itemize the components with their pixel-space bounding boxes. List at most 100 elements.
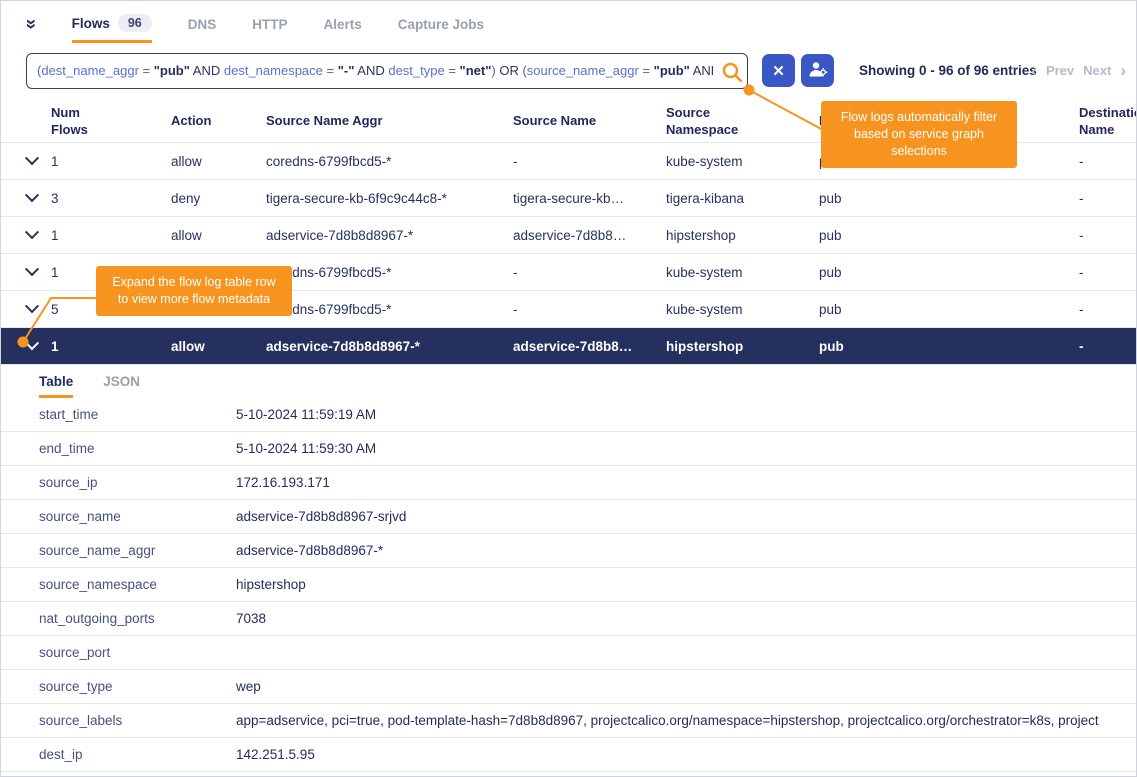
detail-field-row: start_time5-10-2024 11:59:19 AM	[1, 398, 1136, 432]
next-button[interactable]: Next	[1083, 63, 1111, 78]
detail-field-value: wep	[236, 679, 1136, 694]
table-cell: allow	[171, 154, 266, 169]
table-cell: tigera-secure-kb-6f9c9c44c8-*	[266, 191, 513, 206]
table-body: 1allowcoredns-6799fbcd5-*-kube-systempub…	[1, 143, 1136, 365]
detail-field-value: 7038	[236, 611, 1136, 626]
table-cell: -	[1079, 302, 1136, 317]
detail-tab-json[interactable]: JSON	[103, 374, 140, 398]
tab-alerts-label: Alerts	[324, 17, 362, 32]
tab-capture-jobs[interactable]: Capture Jobs	[398, 17, 484, 43]
filter-query-input[interactable]: (dest_name_aggr = "pub" AND dest_namespa…	[26, 53, 748, 89]
collapse-panel-icon[interactable]: »	[19, 19, 41, 30]
table-cell: -	[513, 265, 666, 280]
tab-http[interactable]: HTTP	[252, 17, 287, 43]
detail-field-row: dest_ip142.251.5.95	[1, 738, 1136, 772]
next-chevron-icon[interactable]: ›	[1120, 64, 1126, 77]
table-cell: kube-system	[666, 154, 819, 169]
table-cell: pub	[819, 228, 1079, 243]
callout-filter-tip: Flow logs automatically filter based on …	[821, 101, 1017, 168]
table-row[interactable]: 1allowadservice-7d8b8d8967-*adservice-7d…	[1, 217, 1136, 254]
table-cell: tigera-kibana	[666, 191, 819, 206]
table-cell: allow	[171, 339, 266, 354]
filter-settings-button[interactable]	[801, 54, 834, 87]
table-cell: adservice-7d8b8d8967-*	[266, 339, 513, 354]
expand-chevron-icon[interactable]	[25, 336, 39, 350]
table-cell: pub	[819, 339, 1079, 354]
detail-body: start_time5-10-2024 11:59:19 AMend_time5…	[1, 398, 1136, 772]
detail-field-value: 172.16.193.171	[236, 475, 1136, 490]
prev-chevron-icon[interactable]: ‹	[1031, 64, 1037, 77]
expand-chevron-icon[interactable]	[25, 299, 39, 313]
table-cell: adservice-7d8b8…	[513, 339, 666, 354]
detail-field-value: hipstershop	[236, 577, 1136, 592]
prev-button[interactable]: Prev	[1046, 63, 1074, 78]
user-gear-icon	[808, 59, 828, 83]
detail-field-value: app=adservice, pci=true, pod-template-ha…	[236, 713, 1136, 728]
table-cell: kube-system	[666, 265, 819, 280]
detail-field-row: source_port	[1, 636, 1136, 670]
expand-chevron-icon[interactable]	[25, 225, 39, 239]
detail-field-row: source_typewep	[1, 670, 1136, 704]
detail-field-key: end_time	[39, 441, 236, 456]
detail-field-row: end_time5-10-2024 11:59:30 AM	[1, 432, 1136, 466]
table-cell: pub	[819, 302, 1079, 317]
detail-tabs: Table JSON	[1, 365, 1136, 398]
tab-dns[interactable]: DNS	[188, 17, 217, 43]
detail-tab-table[interactable]: Table	[39, 374, 73, 398]
column-header: Source Namespace	[666, 105, 819, 138]
table-cell: hipstershop	[666, 339, 819, 354]
detail-field-key: source_port	[39, 645, 236, 660]
detail-field-value: 142.251.5.95	[236, 747, 1136, 762]
detail-field-value: adservice-7d8b8d8967-srjvd	[236, 509, 1136, 524]
search-icon[interactable]	[715, 59, 743, 85]
tab-alerts[interactable]: Alerts	[324, 17, 362, 43]
table-cell: -	[513, 154, 666, 169]
detail-field-key: source_name_aggr	[39, 543, 236, 558]
table-cell: 3	[51, 191, 171, 206]
table-row[interactable]: 3denytigera-secure-kb-6f9c9c44c8-*tigera…	[1, 180, 1136, 217]
column-header: Num Flows	[51, 105, 171, 138]
pagination: ‹ Prev Next ›	[1031, 63, 1126, 78]
tab-capture-jobs-label: Capture Jobs	[398, 17, 484, 32]
table-cell: coredns-6799fbcd5-*	[266, 265, 513, 280]
table-cell: deny	[171, 191, 266, 206]
table-cell: -	[513, 302, 666, 317]
table-cell: allow	[171, 228, 266, 243]
table-row[interactable]: 1allowadservice-7d8b8d8967-*adservice-7d…	[1, 328, 1136, 365]
table-cell: tigera-secure-kb…	[513, 191, 666, 206]
flow-logs-page: » Flows 96 DNS HTTP Alerts Capture Jobs …	[0, 0, 1137, 777]
tab-dns-label: DNS	[188, 17, 217, 32]
filter-bar: (dest_name_aggr = "pub" AND dest_namespa…	[1, 51, 1136, 93]
detail-field-row: source_labelsapp=adservice, pci=true, po…	[1, 704, 1136, 738]
table-cell: 1	[51, 154, 171, 169]
table-cell: adservice-7d8b8d8967-*	[266, 228, 513, 243]
detail-field-key: start_time	[39, 407, 236, 422]
detail-field-value: adservice-7d8b8d8967-*	[236, 543, 1136, 558]
flows-count-badge: 96	[118, 14, 152, 32]
column-header: Source Name	[513, 113, 666, 129]
detail-field-key: source_ip	[39, 475, 236, 490]
detail-field-row: source_nameadservice-7d8b8d8967-srjvd	[1, 500, 1136, 534]
detail-field-key: source_type	[39, 679, 236, 694]
detail-field-key: source_name	[39, 509, 236, 524]
table-cell: -	[1079, 228, 1136, 243]
expand-chevron-icon[interactable]	[25, 188, 39, 202]
table-cell: -	[1079, 154, 1136, 169]
clear-filter-button[interactable]: ✕	[762, 54, 795, 87]
table-cell: -	[1079, 265, 1136, 280]
detail-field-value: 5-10-2024 11:59:19 AM	[236, 407, 1136, 422]
tab-http-label: HTTP	[252, 17, 287, 32]
table-cell: kube-system	[666, 302, 819, 317]
entries-summary: Showing 0 - 96 of 96 entries	[859, 63, 1037, 78]
column-header: Destination Name	[1079, 105, 1136, 138]
detail-field-key: dest_ip	[39, 747, 236, 762]
expand-chevron-icon[interactable]	[25, 262, 39, 276]
table-cell: hipstershop	[666, 228, 819, 243]
detail-field-key: source_namespace	[39, 577, 236, 592]
table-cell: coredns-6799fbcd5-*	[266, 154, 513, 169]
tab-flows[interactable]: Flows 96	[72, 14, 152, 43]
top-tabs-bar: » Flows 96 DNS HTTP Alerts Capture Jobs	[1, 1, 1136, 43]
expand-chevron-icon[interactable]	[25, 151, 39, 165]
filter-query: (dest_name_aggr = "pub" AND dest_namespa…	[37, 54, 713, 87]
column-header: Action	[171, 113, 266, 129]
